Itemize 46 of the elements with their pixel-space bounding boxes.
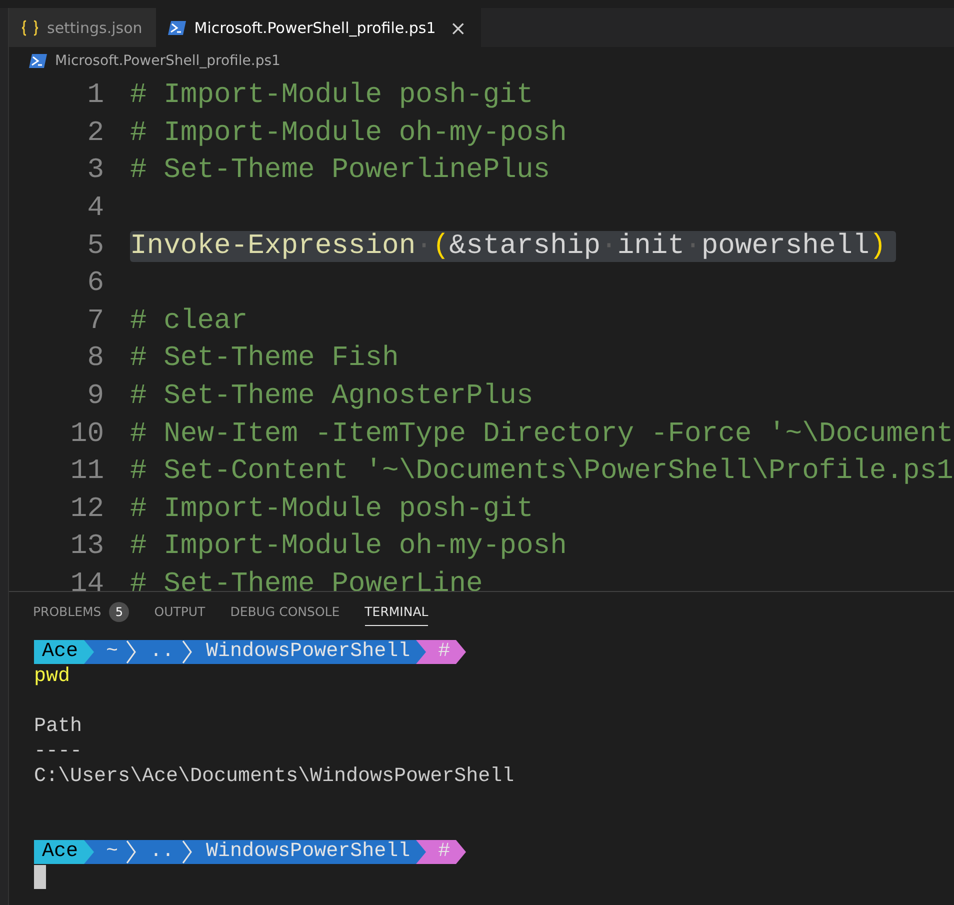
line-number: 3 [86, 155, 104, 186]
editor-tab[interactable]: Microsoft.PowerShell_profile.ps1 × [156, 8, 481, 47]
terminal-output: Path [34, 715, 82, 738]
line-number: 2 [86, 118, 104, 149]
code-line: # Set-Theme PowerlinePlus [130, 155, 552, 186]
powershell-icon [29, 54, 47, 68]
prompt-segment: ~ [94, 640, 124, 664]
line-number: 12 [69, 494, 104, 525]
panel-tab[interactable]: PROBLEMS 5 [33, 602, 130, 626]
line-number: 6 [86, 268, 104, 300]
code-line: # clear [130, 306, 249, 337]
powershell-icon [168, 20, 186, 34]
line-number: 7 [86, 306, 104, 337]
line-number: 11 [69, 456, 104, 488]
terminal-output: C:\Users\Ace\Documents\WindowsPowerShell [34, 765, 514, 788]
code-line: # Set-Content '~\Documents\PowerShell\Profile.ps1 [130, 456, 954, 488]
code-line: # Import-Module oh-my-posh [130, 531, 568, 562]
panel-tab[interactable]: TERMINAL [364, 602, 428, 626]
line-number: 10 [69, 418, 104, 450]
code-line: # Set-Theme AgnosterPlus [130, 381, 534, 412]
prompt-segment: .. [138, 840, 180, 864]
line-number: 1 [86, 80, 104, 112]
line-number: 4 [86, 193, 104, 224]
line-number: 5 [86, 230, 104, 262]
code-line: # Set-Theme PowerLine [130, 569, 484, 591]
code-line: # Import-Module posh-git [130, 494, 534, 525]
count-badge: 5 [109, 602, 130, 622]
line-number: 8 [86, 343, 104, 374]
terminal-output: ---- [34, 740, 82, 763]
panel-tab[interactable]: DEBUG CONSOLE [230, 602, 340, 626]
code-line: # Import-Module oh-my-posh [130, 118, 568, 149]
terminal-command: pwd [34, 665, 70, 688]
line-number: 9 [86, 381, 104, 412]
close-icon[interactable]: × [450, 18, 467, 38]
prompt-segment: ~ [94, 840, 124, 864]
line-number: 13 [69, 531, 104, 562]
line-number: 14 [69, 569, 104, 591]
breadcrumb[interactable]: Microsoft.PowerShell_profile.ps1 [55, 53, 280, 69]
panel-tab[interactable]: OUTPUT [154, 602, 206, 626]
terminal-cursor [34, 864, 46, 888]
prompt-segment: .. [138, 640, 180, 664]
editor-tab[interactable]: settings.json [9, 8, 156, 47]
code-line: # New-Item -ItemType Directory -Force '~\Document [130, 418, 954, 450]
braces-icon [21, 20, 39, 36]
code-line: # Import-Module posh-git [130, 80, 534, 112]
code-line: # Set-Theme Fish [130, 343, 400, 374]
